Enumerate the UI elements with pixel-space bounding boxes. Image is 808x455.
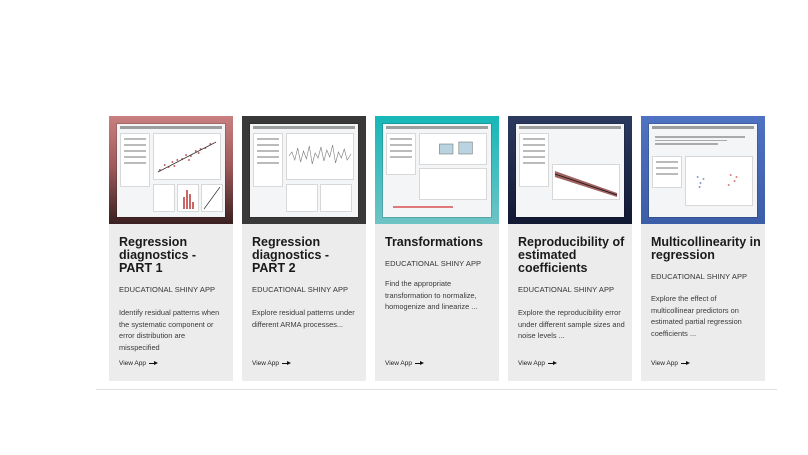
card-subtitle: EDUCATIONAL SHINY APP <box>119 285 216 294</box>
card-title[interactable]: Regression diagnostics - PART 1 <box>119 236 229 275</box>
view-app-label: View App <box>252 360 279 367</box>
section-divider <box>96 389 777 390</box>
arrow-right-icon <box>281 361 291 366</box>
card-subtitle: EDUCATIONAL SHINY APP <box>518 285 615 294</box>
app-card[interactable]: Reproducibility of estimated coefficient… <box>508 116 632 381</box>
app-card[interactable]: Multicollinearity in regression EDUCATIO… <box>641 116 765 381</box>
app-card[interactable]: Regression diagnostics - PART 2 EDUCATIO… <box>242 116 366 381</box>
view-app-link[interactable]: View App <box>385 360 424 367</box>
card-subtitle: EDUCATIONAL SHINY APP <box>385 259 482 268</box>
arrow-right-icon <box>547 361 557 366</box>
card-thumbnail[interactable] <box>641 116 765 224</box>
app-screenshot-image <box>516 124 624 217</box>
app-screenshot-image <box>649 124 757 217</box>
card-subtitle: EDUCATIONAL SHINY APP <box>651 272 748 281</box>
card-description: Explore the reproducibility error under … <box>518 308 625 340</box>
card-description: Find the appropriate transformation to n… <box>385 279 478 311</box>
view-app-label: View App <box>651 360 678 367</box>
view-app-label: View App <box>119 360 146 367</box>
view-app-label: View App <box>385 360 412 367</box>
app-screenshot-image <box>383 124 491 217</box>
app-screenshot-image <box>117 124 225 217</box>
app-card[interactable]: Transformations EDUCATIONAL SHINY APP Fi… <box>375 116 499 381</box>
app-card-grid: Regression diagnostics - PART 1 EDUCATIO… <box>109 116 769 381</box>
card-subtitle: EDUCATIONAL SHINY APP <box>252 285 349 294</box>
card-title[interactable]: Transformations <box>385 236 495 249</box>
card-description: Explore the effect of multicollinear pre… <box>651 294 742 338</box>
app-screenshot-image <box>250 124 358 217</box>
app-card[interactable]: Regression diagnostics - PART 1 EDUCATIO… <box>109 116 233 381</box>
card-thumbnail[interactable] <box>242 116 366 224</box>
card-thumbnail[interactable] <box>375 116 499 224</box>
view-app-label: View App <box>518 360 545 367</box>
card-description: Explore residual patterns under differen… <box>252 308 355 329</box>
card-description: Identify residual patterns when the syst… <box>119 308 220 352</box>
card-title[interactable]: Reproducibility of estimated coefficient… <box>518 236 628 275</box>
card-thumbnail[interactable] <box>508 116 632 224</box>
view-app-link[interactable]: View App <box>119 360 158 367</box>
arrow-right-icon <box>680 361 690 366</box>
view-app-link[interactable]: View App <box>252 360 291 367</box>
card-title[interactable]: Regression diagnostics - PART 2 <box>252 236 362 275</box>
card-thumbnail[interactable] <box>109 116 233 224</box>
card-title[interactable]: Multicollinearity in regression <box>651 236 761 262</box>
arrow-right-icon <box>148 361 158 366</box>
view-app-link[interactable]: View App <box>651 360 690 367</box>
arrow-right-icon <box>414 361 424 366</box>
view-app-link[interactable]: View App <box>518 360 557 367</box>
